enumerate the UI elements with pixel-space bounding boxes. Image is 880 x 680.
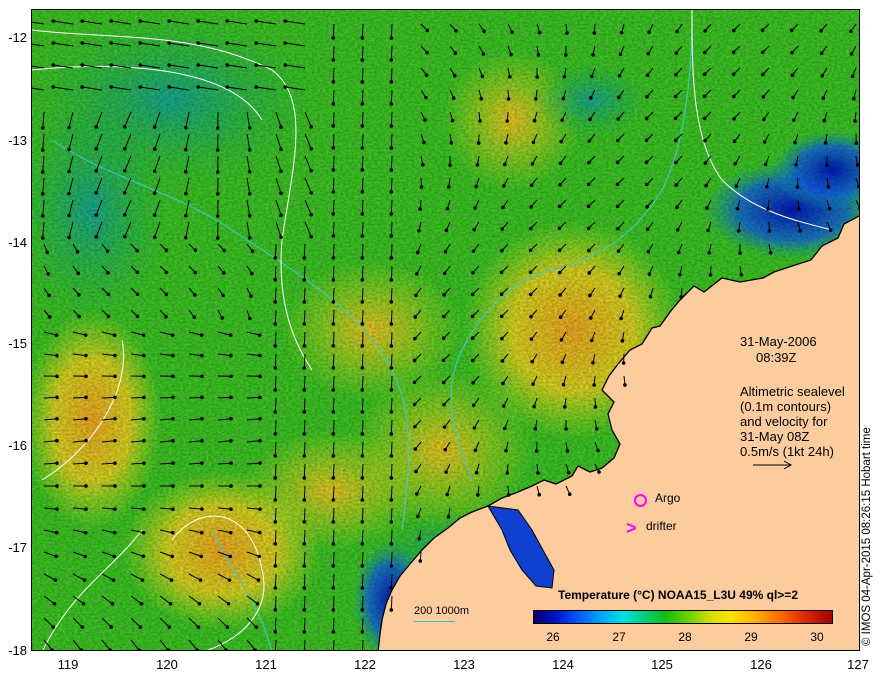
sst-map	[31, 9, 860, 651]
lon-label: 122	[354, 657, 376, 672]
lon-label: 120	[156, 657, 178, 672]
image-date: 31-May-2006	[740, 334, 817, 349]
lat-label: -16	[8, 438, 27, 453]
altimetry-line: 31-May 08Z	[740, 429, 810, 444]
lat-label: -12	[8, 30, 27, 45]
colorbar-title: Temperature (°C) NOAA15_L3U 49% ql>=2	[558, 588, 798, 602]
altimetry-line: Altimetric sealevel	[740, 384, 845, 399]
lat-label: -17	[8, 540, 27, 555]
lon-label: 124	[552, 657, 574, 672]
image-time: 08:39Z	[756, 350, 797, 365]
lat-label: -13	[8, 133, 27, 148]
temperature-colorbar	[533, 610, 833, 624]
colorbar-tick: 29	[744, 630, 758, 644]
lon-label: 126	[750, 657, 772, 672]
colorbar-tick: 26	[546, 630, 560, 644]
altimetry-line: (0.1m contours)	[740, 399, 832, 414]
altimetry-line: and velocity for	[740, 414, 828, 429]
isobath-scale-line	[414, 621, 454, 622]
drifter-chevron-icon: >	[626, 518, 637, 538]
imos-credit: © IMOS 04-Apr-2015 08:26:15 Hobart time	[861, 427, 873, 646]
sst-map-canvas	[32, 10, 859, 650]
altimetry-line: 0.5m/s (1kt 24h)	[740, 444, 834, 459]
lat-label: -15	[8, 336, 27, 351]
lon-label: 127	[847, 657, 869, 672]
drifter-label: drifter	[646, 519, 677, 533]
lon-label: 121	[255, 657, 277, 672]
lat-label: -18	[8, 643, 27, 658]
lon-label: 119	[57, 657, 79, 672]
colorbar-tick: 28	[678, 630, 692, 644]
lon-label: 123	[453, 657, 475, 672]
argo-label: Argo	[655, 491, 681, 505]
colorbar-tick: 30	[810, 630, 824, 644]
velocity-scale-arrow-icon	[753, 460, 793, 470]
argo-circle-icon	[634, 494, 647, 507]
lat-label: -14	[8, 235, 27, 250]
lon-label: 125	[651, 657, 673, 672]
colorbar-tick: 27	[612, 630, 626, 644]
isobath-scale-label: 200 1000m	[414, 605, 470, 617]
